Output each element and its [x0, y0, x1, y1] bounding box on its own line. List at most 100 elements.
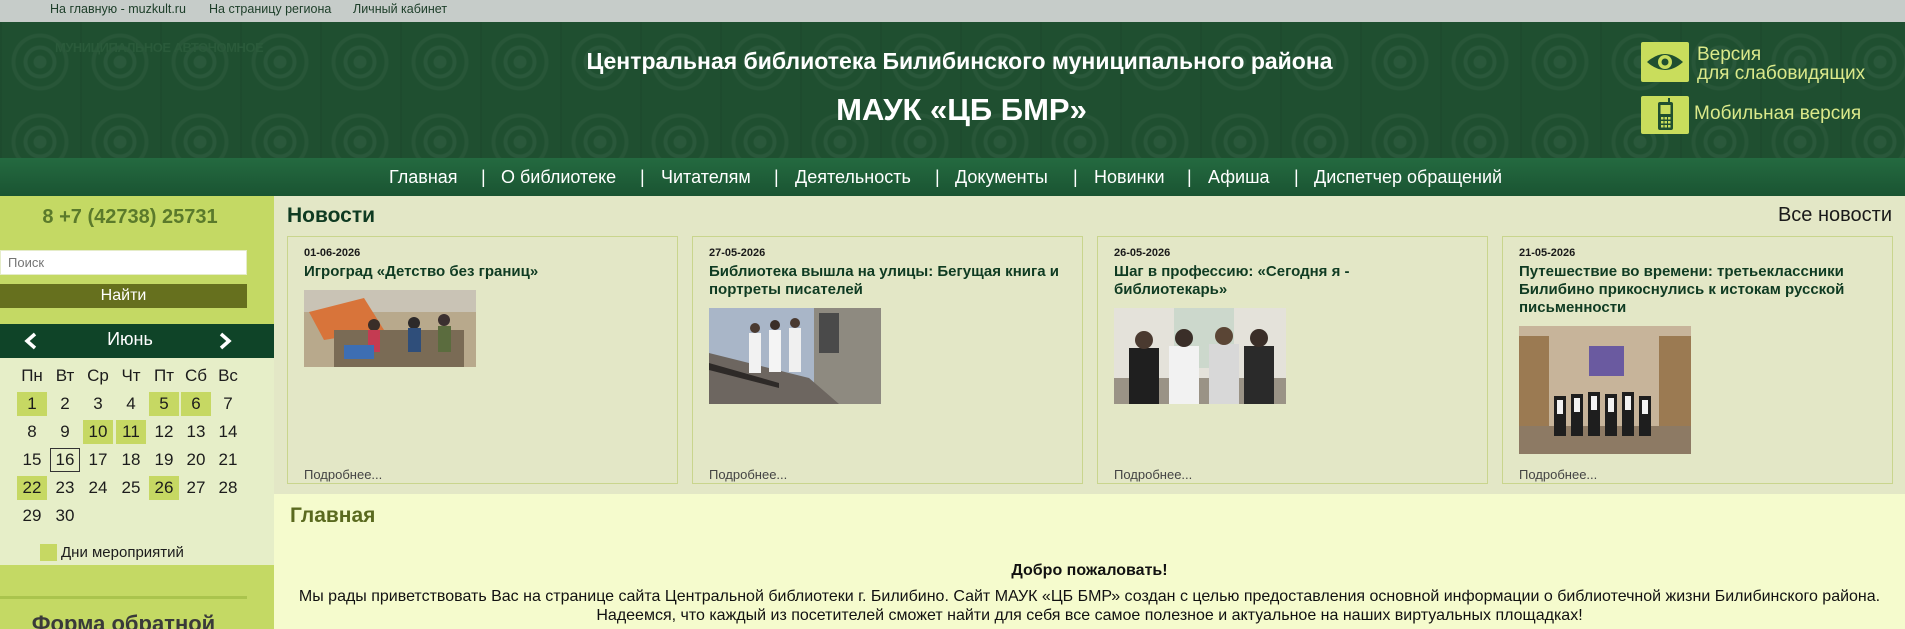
calendar-weekday: Пн — [21, 366, 43, 385]
welcome-heading: Добро пожаловать! — [1011, 562, 1168, 579]
read-more-link[interactable]: Подробнее... — [709, 467, 787, 482]
calendar-weekday: Вс — [218, 366, 238, 385]
nav-separator: | — [774, 167, 779, 187]
nav-item-readers[interactable]: Читателям — [661, 167, 751, 188]
nav-item-afisha[interactable]: Афиша — [1208, 167, 1270, 188]
news-title[interactable]: Игроград «Детство без границ» — [304, 263, 654, 281]
topbar-link-muzkult[interactable]: На главную - muzkult.ru — [50, 2, 186, 16]
news-photo[interactable] — [304, 290, 476, 367]
calendar-weekday: Пт — [153, 366, 174, 385]
nav-separator: | — [935, 167, 940, 187]
nav-item-about[interactable]: О библиотеке — [501, 167, 616, 188]
nav-separator: | — [640, 167, 645, 187]
phone-number: 8 +7 (42738) 25731 — [42, 206, 218, 228]
calendar-day: 15 — [22, 450, 42, 469]
news-card[interactable]: 26-05-2026 Шаг в профессию: «Сегодня я -… — [1097, 236, 1488, 484]
news-title[interactable]: Путешествие во времени: третьеклассники … — [1519, 263, 1869, 317]
nav-separator: | — [481, 167, 486, 187]
calendar-day: 20 — [186, 450, 206, 469]
nav-item-home[interactable]: Главная — [389, 167, 458, 188]
calendar-day: 2 — [60, 394, 70, 413]
welcome-text-2: Надеемся, что каждый из посетителей смож… — [596, 607, 1583, 624]
feedback-form-button[interactable]: Форма обратной — [0, 596, 247, 629]
calendar-day: 27 — [186, 478, 206, 497]
news-photo[interactable] — [1519, 326, 1691, 454]
calendar-day: 28 — [218, 478, 238, 497]
calendar-day: 13 — [186, 422, 206, 441]
mobile-version-button[interactable]: Мобильная версия — [1640, 94, 1875, 136]
site-header: МУНИЦИПАЛЬНОЕ АВТОНОМНОЕ Центральная биб… — [0, 22, 1905, 158]
calendar-day-event[interactable]: 26 — [149, 476, 179, 500]
news-date: 21-05-2026 — [1519, 247, 1576, 259]
legend-swatch — [40, 544, 57, 561]
calendar-day-event[interactable]: 11 — [116, 420, 146, 444]
news-title[interactable]: Библиотека вышла на улицы: Бегущая книга… — [709, 263, 1059, 299]
nav-item-activity[interactable]: Деятельность — [795, 167, 911, 188]
news-photo[interactable] — [1114, 308, 1286, 404]
nav-separator: | — [1294, 167, 1299, 187]
calendar-grid: Пн Вт Ср Чт Пт Сб Вс 1 2 3 4 5 6 7 8 9 10 11 12 13 14 15 16 17 1… — [0, 358, 274, 565]
calendar-weekday: Сб — [184, 366, 207, 385]
page-title: Главная — [290, 504, 376, 527]
legend-label: Дни мероприятий — [61, 544, 184, 561]
all-news-link[interactable]: Все новости — [1778, 204, 1892, 227]
news-date: 26-05-2026 — [1114, 247, 1171, 259]
news-photo[interactable] — [709, 308, 881, 404]
low-vision-label: Версия для слабовидящих — [1697, 45, 1865, 83]
news-date: 27-05-2026 — [709, 247, 766, 259]
calendar-day: 7 — [223, 394, 233, 413]
nav-separator: | — [1187, 167, 1192, 187]
calendar-day: 29 — [22, 506, 42, 525]
main-nav: Главная | О библиотеке | Читателям | Дея… — [0, 158, 1905, 196]
site-subtitle: МАУК «ЦБ БМР» — [836, 92, 1087, 127]
calendar-weekday: Ср — [87, 366, 109, 385]
calendar-day: 25 — [121, 478, 141, 497]
eye-icon — [1641, 42, 1689, 82]
calendar-day: 8 — [27, 422, 37, 441]
calendar-day: 23 — [55, 478, 75, 497]
read-more-link[interactable]: Подробнее... — [1519, 467, 1597, 482]
news-card[interactable]: 01-06-2026 Игроград «Детство без границ»… — [287, 236, 678, 484]
calendar-day-event[interactable]: 22 — [17, 476, 47, 500]
news-section: Новости Все новости 01-06-2026 Игроград … — [274, 196, 1905, 494]
calendar-day: 17 — [88, 450, 108, 469]
calendar-day: 30 — [55, 506, 75, 525]
calendar-day: 16 — [50, 448, 80, 472]
calendar-day: 21 — [218, 450, 238, 469]
low-vision-line1: Версия — [1697, 44, 1762, 65]
news-title[interactable]: Шаг в профессию: «Сегодня я - библиотека… — [1114, 263, 1464, 299]
nav-separator: | — [1073, 167, 1078, 187]
calendar-day-event[interactable]: 5 — [149, 392, 179, 416]
calendar-day-event[interactable]: 1 — [17, 392, 47, 416]
calendar-day: 4 — [126, 394, 136, 413]
calendar-weekday: Чт — [121, 366, 141, 385]
nav-item-documents[interactable]: Документы — [955, 167, 1048, 188]
calendar-day: 12 — [154, 422, 174, 441]
calendar-day: 9 — [60, 422, 70, 441]
calendar-day: 14 — [218, 422, 238, 441]
search-input[interactable] — [0, 250, 247, 275]
top-bar: На главную - muzkult.ru На страницу реги… — [0, 0, 1905, 22]
search-button[interactable]: Найти — [0, 284, 247, 308]
calendar-day: 19 — [154, 450, 174, 469]
news-date: 01-06-2026 — [304, 247, 361, 259]
low-vision-line2: для слабовидящих — [1697, 63, 1866, 84]
calendar-day: 3 — [93, 394, 103, 413]
news-heading: Новости — [287, 204, 376, 227]
nav-item-dispatcher[interactable]: Диспетчер обращений — [1314, 167, 1502, 188]
nav-item-new[interactable]: Новинки — [1094, 167, 1165, 188]
news-card[interactable]: 21-05-2026 Путешествие во времени: треть… — [1502, 236, 1893, 484]
calendar-day-event[interactable]: 10 — [83, 420, 113, 444]
chevron-right-icon[interactable] — [218, 327, 232, 362]
low-vision-button[interactable]: Версия для слабовидящих — [1640, 42, 1875, 86]
topbar-link-account[interactable]: Личный кабинет — [353, 2, 447, 16]
calendar-weekday: Вт — [55, 366, 75, 385]
read-more-link[interactable]: Подробнее... — [304, 467, 382, 482]
news-card[interactable]: 27-05-2026 Библиотека вышла на улицы: Бе… — [692, 236, 1083, 484]
read-more-link[interactable]: Подробнее... — [1114, 467, 1192, 482]
mobile-phone-icon — [1641, 96, 1689, 134]
topbar-link-region[interactable]: На страницу региона — [209, 2, 331, 16]
calendar-day: 24 — [88, 478, 108, 497]
calendar-day-event[interactable]: 6 — [181, 392, 211, 416]
site-title: Центральная библиотека Билибинского муни… — [586, 48, 1333, 74]
